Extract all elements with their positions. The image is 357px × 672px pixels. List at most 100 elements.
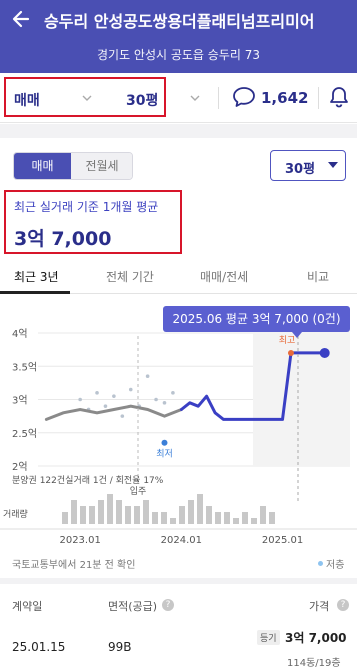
trade-area-filter[interactable]: 매매 30평 bbox=[4, 77, 166, 117]
average-price-box: 최근 실거래 기준 1개월 평균 3억 7,000 bbox=[4, 190, 182, 254]
divider bbox=[218, 87, 219, 109]
scatter-point bbox=[103, 404, 108, 408]
row-price: 3억 7,000 bbox=[285, 631, 347, 645]
volume-bar bbox=[62, 512, 68, 524]
section-gap bbox=[0, 124, 357, 138]
table-row[interactable]: 25.01.15 99B 등기 3억 7,000 114동/19층 bbox=[0, 624, 357, 672]
row-date: 25.01.15 bbox=[12, 640, 66, 654]
low-label: 최저 bbox=[156, 449, 173, 460]
area-dropdown[interactable]: 30평 bbox=[126, 90, 158, 110]
tab-compare[interactable]: 비교 bbox=[307, 268, 329, 285]
tab-all-period[interactable]: 전체 기간 bbox=[106, 268, 154, 285]
app-header: 승두리 안성공도쌍용더플래티넘프리미어 경기도 안성시 공도읍 승두리 73 bbox=[0, 0, 357, 73]
back-arrow-icon[interactable] bbox=[10, 8, 32, 30]
volume-bars bbox=[62, 494, 275, 524]
average-price-value: 3억 7,000 bbox=[14, 228, 112, 250]
supply-note: 분양권 122건실거래 1건 / 회전율 17% bbox=[12, 474, 164, 486]
address-text: 경기도 안성시 공도읍 승두리 73 bbox=[96, 48, 260, 62]
volume-bar bbox=[242, 512, 248, 524]
volume-bar bbox=[206, 506, 212, 524]
x-tick-label: 2024.01 bbox=[161, 535, 202, 546]
header-price: 가격 bbox=[309, 600, 330, 613]
trade-segment-control: 매매 전월세 bbox=[13, 152, 133, 180]
y-tick-label: 3.5억 bbox=[12, 361, 37, 373]
page-title: 승두리 안성공도쌍용더플래티넘프리미어 bbox=[44, 12, 315, 31]
high-point bbox=[287, 349, 294, 356]
volume-bar bbox=[188, 500, 194, 524]
history-line bbox=[44, 404, 183, 421]
forecast-shade bbox=[253, 326, 350, 466]
volume-bar bbox=[89, 506, 95, 524]
scatter-point bbox=[145, 374, 150, 379]
bell-icon[interactable] bbox=[329, 85, 349, 109]
scatter-point bbox=[128, 387, 133, 392]
tab-buy-rent[interactable]: 매매/전세 bbox=[200, 268, 248, 285]
scatter-point bbox=[78, 397, 82, 402]
volume-label: 거래량 bbox=[3, 508, 28, 520]
volume-bar bbox=[215, 512, 221, 524]
active-tab-indicator bbox=[0, 291, 70, 294]
registered-badge: 등기 bbox=[257, 630, 280, 645]
tooltip-arrow bbox=[292, 332, 302, 338]
low-floor-legend-dot bbox=[318, 561, 323, 566]
current-point bbox=[319, 347, 330, 358]
price-chart[interactable]: 4억3.5억3억2.5억2억 최고 최저 분양권 122건실거래 1건 / 회전… bbox=[0, 296, 357, 550]
x-axis-ticks: 2023.01 2024.01 2025.01 bbox=[0, 528, 357, 546]
y-axis-ticks: 4억 3.5억 3억 2.5억 2억 bbox=[12, 328, 37, 473]
row-floor: 114동/19층 bbox=[287, 658, 341, 669]
y-tick-label: 2억 bbox=[12, 461, 28, 473]
scatter-point bbox=[162, 401, 167, 405]
volume-bar bbox=[152, 512, 158, 524]
source-text: 국토교통부에서 21분 전 확인 bbox=[12, 560, 136, 571]
trade-type-dropdown[interactable]: 매매 bbox=[14, 90, 40, 110]
chevron-down-icon[interactable] bbox=[190, 93, 200, 103]
chevron-down-icon bbox=[82, 95, 92, 101]
source-row: 국토교통부에서 21분 전 확인 저층 bbox=[0, 552, 357, 576]
volume-bar bbox=[125, 506, 131, 524]
table-header: 계약일 면적(공급) ? 가격 ? bbox=[0, 590, 357, 620]
volume-bar bbox=[197, 494, 203, 524]
header-date: 계약일 bbox=[12, 600, 43, 613]
volume-bar bbox=[251, 518, 257, 524]
x-tick-label: 2025.01 bbox=[262, 535, 303, 546]
segment-buy[interactable]: 매매 bbox=[14, 153, 71, 179]
volume-bar bbox=[134, 506, 140, 524]
row-area: 99B bbox=[108, 640, 132, 654]
segment-rent[interactable]: 전월세 bbox=[71, 153, 132, 179]
volume-bar bbox=[98, 500, 104, 524]
volume-bar bbox=[269, 512, 275, 524]
low-floor-legend: 저층 bbox=[326, 560, 345, 571]
volume-bar bbox=[161, 512, 167, 524]
x-tick-label: 2023.01 bbox=[59, 535, 100, 546]
scatter-point bbox=[171, 391, 175, 395]
scatter-point bbox=[154, 397, 158, 402]
volume-bar bbox=[260, 506, 266, 524]
volume-bar bbox=[80, 506, 86, 524]
volume-bar bbox=[224, 512, 230, 524]
volume-bar bbox=[116, 500, 122, 524]
y-tick-label: 3억 bbox=[12, 395, 28, 407]
average-price-label: 최근 실거래 기준 1개월 평균 bbox=[14, 200, 159, 214]
area-select[interactable]: 30평 bbox=[270, 150, 346, 181]
header-area: 면적(공급) bbox=[108, 600, 158, 613]
volume-bar bbox=[179, 506, 185, 524]
divider bbox=[318, 87, 319, 109]
volume-bar bbox=[170, 518, 176, 524]
scatter-point bbox=[120, 414, 125, 418]
filter-bar: 매매 30평 1,642 bbox=[0, 73, 357, 123]
y-tick-label: 2.5억 bbox=[12, 428, 37, 440]
section-gap bbox=[0, 578, 357, 584]
scatter-point bbox=[112, 394, 116, 398]
y-tick-label: 4억 bbox=[12, 328, 28, 340]
period-tabs: 최근 3년 전체 기간 매매/전세 비교 bbox=[0, 262, 357, 294]
help-icon[interactable]: ? bbox=[337, 599, 349, 611]
volume-bar bbox=[233, 518, 239, 524]
help-icon[interactable]: ? bbox=[162, 599, 174, 611]
low-point bbox=[161, 439, 168, 446]
comment-icon[interactable] bbox=[232, 86, 256, 108]
tab-recent-3y[interactable]: 최근 3년 bbox=[14, 268, 59, 285]
caret-down-icon bbox=[328, 162, 338, 168]
chart-tooltip: 2025.06 평균 3억 7,000 (0건) bbox=[163, 306, 350, 332]
comment-count[interactable]: 1,642 bbox=[261, 89, 308, 107]
volume-bar bbox=[107, 494, 113, 524]
